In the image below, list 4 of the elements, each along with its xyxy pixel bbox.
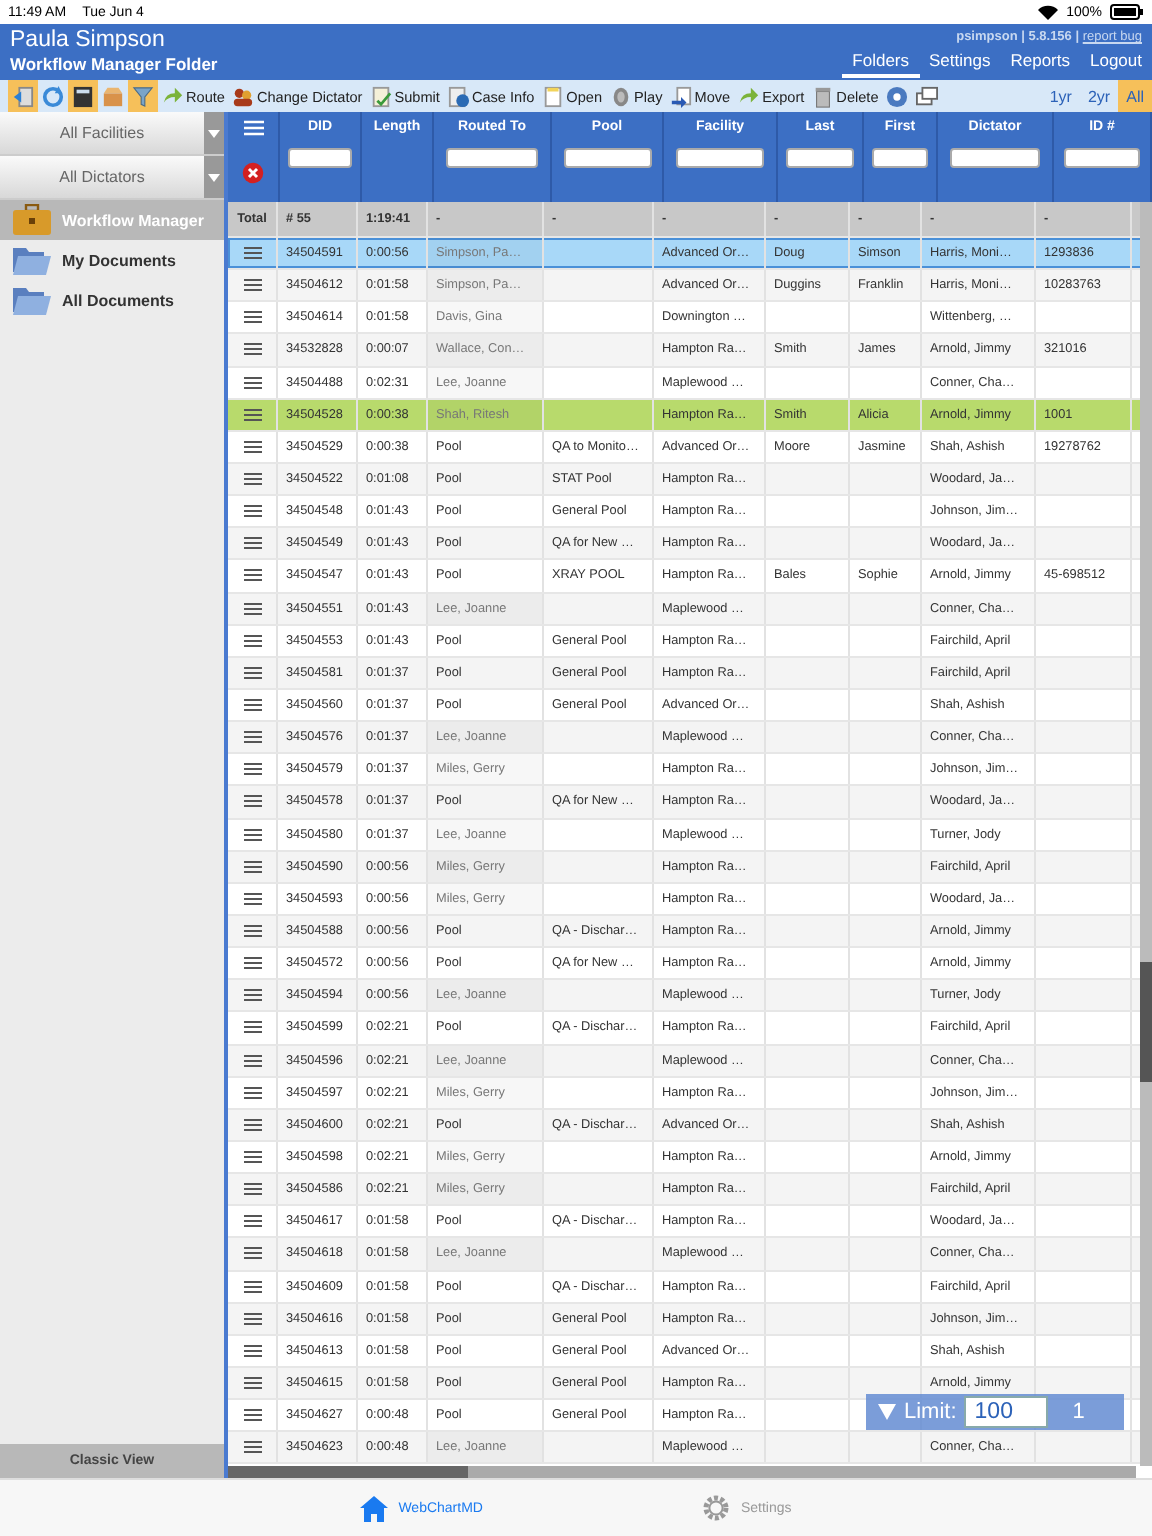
user-name: Paula Simpson bbox=[10, 28, 167, 54]
limit-label: Limit: bbox=[904, 1400, 957, 1424]
page-number: 1 bbox=[1072, 1400, 1085, 1424]
folder-title: Workflow Manager Folder bbox=[10, 54, 218, 76]
